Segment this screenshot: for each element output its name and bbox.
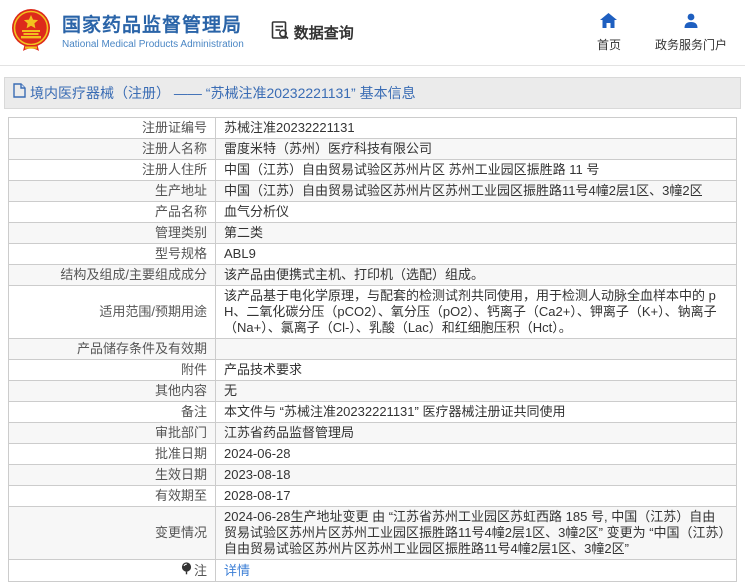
row-value: 本文件与 “苏械注准20232221131” 医疗器械注册证共同使用 <box>216 402 737 423</box>
row-label: 生产地址 <box>9 181 216 202</box>
row-value: 中国（江苏）自由贸易试验区苏州片区 苏州工业园区振胜路 11 号 <box>216 160 737 181</box>
row-label: 附件 <box>9 360 216 381</box>
row-label: 注册人名称 <box>9 139 216 160</box>
row-label: 产品储存条件及有效期 <box>9 339 216 360</box>
national-emblem-icon <box>8 7 54 58</box>
row-label: 注册人住所 <box>9 160 216 181</box>
row-value: 苏械注准20232221131 <box>216 118 737 139</box>
row-value: 该产品由便携式主机、打印机（选配）组成。 <box>216 265 737 286</box>
data-query-label: 数据查询 <box>294 22 354 43</box>
home-icon <box>600 13 617 36</box>
row-value: 2024-06-28 <box>216 444 737 465</box>
table-row: 注册人住所 中国（江苏）自由贸易试验区苏州片区 苏州工业园区振胜路 11 号 <box>9 160 737 181</box>
row-label: 结构及组成/主要组成成分 <box>9 265 216 286</box>
row-label: 生效日期 <box>9 465 216 486</box>
table-row: 有效期至 2028-08-17 <box>9 486 737 507</box>
table-row: 审批部门 江苏省药品监督管理局 <box>9 423 737 444</box>
row-label: 管理类别 <box>9 223 216 244</box>
table-row: 结构及组成/主要组成成分 该产品由便携式主机、打印机（选配）组成。 <box>9 265 737 286</box>
row-label: 其他内容 <box>9 381 216 402</box>
table-row: 生产地址 中国（江苏）自由贸易试验区苏州片区苏州工业园区振胜路11号4幢2层1区… <box>9 181 737 202</box>
page-icon <box>13 83 30 103</box>
row-value: 血气分析仪 <box>216 202 737 223</box>
org-title-block: 国家药品监督管理局 National Medical Products Admi… <box>62 14 244 51</box>
org-name-cn: 国家药品监督管理局 <box>62 14 244 38</box>
row-value: ABL9 <box>216 244 737 265</box>
row-label: 批准日期 <box>9 444 216 465</box>
table-row: 生效日期 2023-08-18 <box>9 465 737 486</box>
table-row: 批准日期 2024-06-28 <box>9 444 737 465</box>
nav-home[interactable]: 首页 <box>597 13 621 53</box>
row-label: 注 <box>194 563 207 579</box>
table-row: 注册证编号 苏械注准20232221131 <box>9 118 737 139</box>
table-row: 型号规格 ABL9 <box>9 244 737 265</box>
detail-link[interactable]: 详情 <box>224 563 250 578</box>
row-value: 2024-06-28生产地址变更 由 “江苏省苏州工业园区苏虹西路 185 号,… <box>216 507 737 560</box>
document-search-icon <box>270 20 294 45</box>
row-label: 注册证编号 <box>9 118 216 139</box>
row-label: 型号规格 <box>9 244 216 265</box>
table-row-note: 注 详情 <box>9 560 737 582</box>
table-row: 其他内容 无 <box>9 381 737 402</box>
nav-home-label: 首页 <box>597 36 621 53</box>
site-header: 国家药品监督管理局 National Medical Products Admi… <box>0 0 745 66</box>
user-icon <box>683 13 699 36</box>
table-row: 备注 本文件与 “苏械注准20232221131” 医疗器械注册证共同使用 <box>9 402 737 423</box>
row-value: 2023-08-18 <box>216 465 737 486</box>
row-value: 江苏省药品监督管理局 <box>216 423 737 444</box>
nav-portal-label: 政务服务门户 <box>655 36 727 53</box>
row-value: 第二类 <box>216 223 737 244</box>
table-row: 附件 产品技术要求 <box>9 360 737 381</box>
row-value: 中国（江苏）自由贸易试验区苏州片区苏州工业园区振胜路11号4幢2层1区、3幢2区 <box>216 181 737 202</box>
table-row: 产品名称 血气分析仪 <box>9 202 737 223</box>
row-label: 产品名称 <box>9 202 216 223</box>
row-label: 备注 <box>9 402 216 423</box>
nav-data-query[interactable]: 数据查询 <box>270 20 354 45</box>
table-row: 注册人名称 雷度米特（苏州）医疗科技有限公司 <box>9 139 737 160</box>
table-row: 产品储存条件及有效期 <box>9 339 737 360</box>
row-label: 适用范围/预期用途 <box>9 286 216 339</box>
table-row: 管理类别 第二类 <box>9 223 737 244</box>
note-icon <box>181 562 192 579</box>
page-title-bar: 境内医疗器械（注册） —— “苏械注准20232221131” 基本信息 <box>4 77 741 109</box>
row-value: 该产品基于电化学原理，与配套的检测试剂共同使用，用于检测人动脉全血样本中的 pH… <box>216 286 737 339</box>
row-value <box>216 339 737 360</box>
row-label: 变更情况 <box>9 507 216 560</box>
org-name-en: National Medical Products Administration <box>62 38 244 51</box>
table-row: 适用范围/预期用途 该产品基于电化学原理，与配套的检测试剂共同使用，用于检测人动… <box>9 286 737 339</box>
registration-info-table: 注册证编号 苏械注准20232221131 注册人名称 雷度米特（苏州）医疗科技… <box>8 117 737 582</box>
header-nav: 首页 政务服务门户 <box>597 13 727 53</box>
table-row: 变更情况 2024-06-28生产地址变更 由 “江苏省苏州工业园区苏虹西路 1… <box>9 507 737 560</box>
nav-portal[interactable]: 政务服务门户 <box>655 13 727 53</box>
row-value: 雷度米特（苏州）医疗科技有限公司 <box>216 139 737 160</box>
row-value: 产品技术要求 <box>216 360 737 381</box>
page-title: 境内医疗器械（注册） —— “苏械注准20232221131” 基本信息 <box>30 83 416 103</box>
row-value: 无 <box>216 381 737 402</box>
row-label: 有效期至 <box>9 486 216 507</box>
row-value: 2028-08-17 <box>216 486 737 507</box>
row-label: 审批部门 <box>9 423 216 444</box>
